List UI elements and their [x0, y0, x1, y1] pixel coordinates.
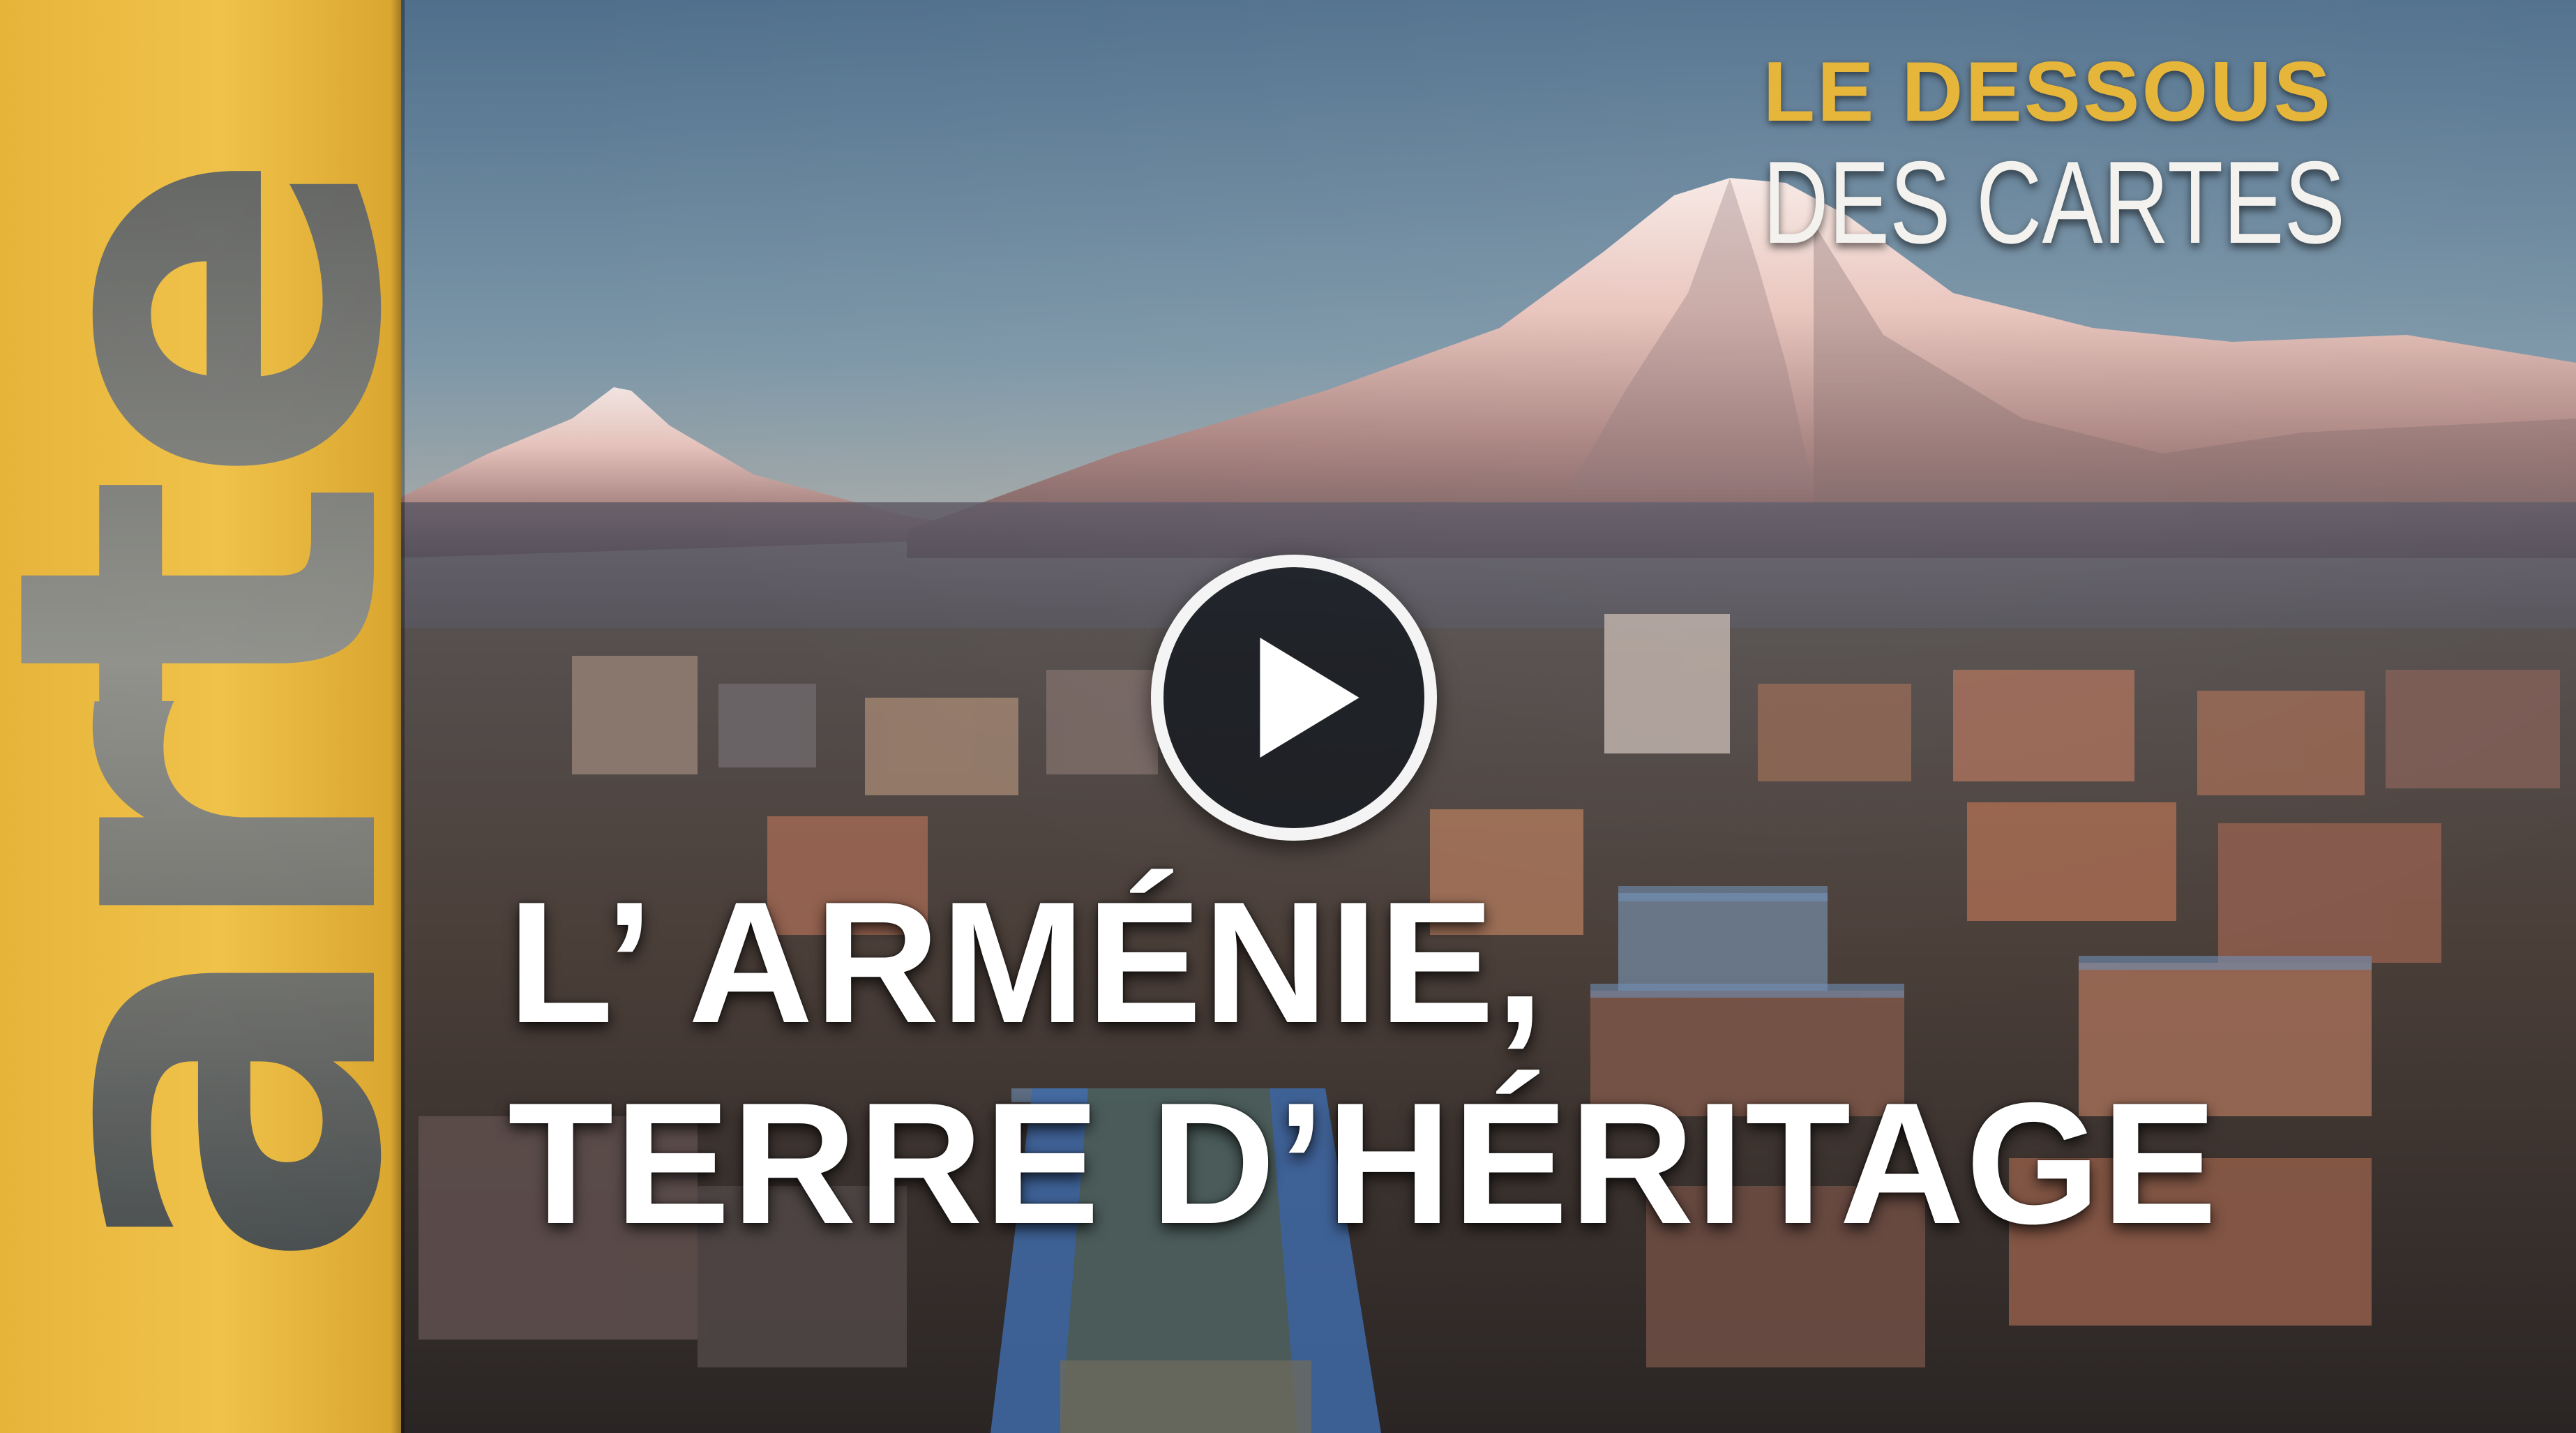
arte-logo-text: arte [0, 160, 492, 1272]
show-logo: LE DESSOUS DES CARTES [1763, 49, 2510, 261]
channel-logo: arte [0, 0, 492, 1433]
video-thumbnail[interactable]: arte LE DESSOUS DES CARTES L’ ARMÉNIE, T… [0, 0, 2576, 1433]
play-button[interactable] [1151, 555, 1437, 841]
video-title: L’ ARMÉNIE, TERRE D’HÉRITAGE [508, 876, 2252, 1250]
show-logo-line1: LE DESSOUS [1763, 44, 2333, 139]
play-icon [1260, 637, 1359, 758]
video-title-line2: TERRE D’HÉRITAGE [508, 1066, 2219, 1260]
video-title-line1: L’ ARMÉNIE, [508, 865, 1546, 1059]
show-logo-line2: DES CARTES [1763, 137, 2346, 268]
